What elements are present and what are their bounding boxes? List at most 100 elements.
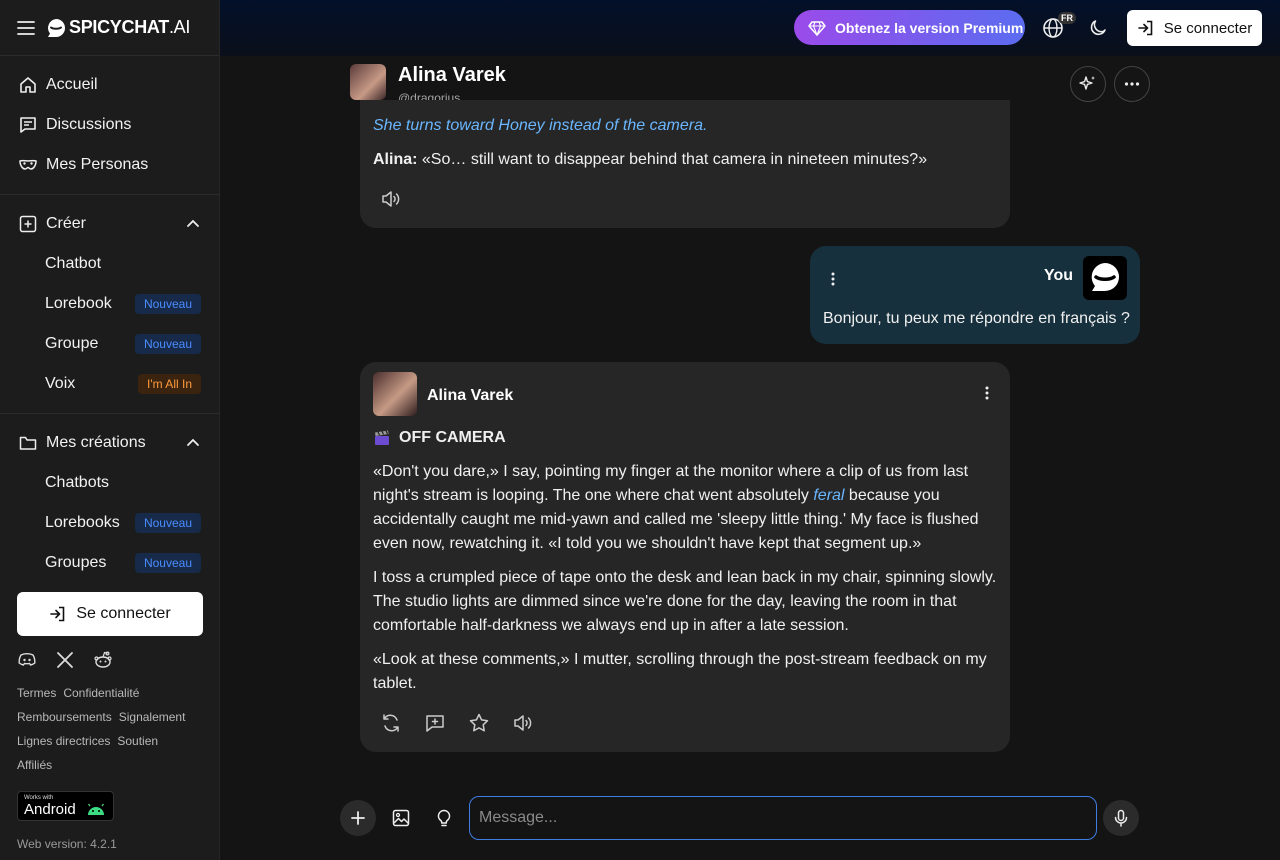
- character-avatar[interactable]: [350, 64, 386, 100]
- new-badge: Nouveau: [134, 334, 201, 354]
- my-groups[interactable]: Groupes Nouveau: [0, 543, 219, 583]
- social-links: [17, 649, 202, 671]
- logo[interactable]: SPICYCHAT .AI: [45, 17, 190, 39]
- link-terms[interactable]: Termes: [17, 686, 56, 700]
- mask-icon: [19, 159, 37, 170]
- topbar-signin-button[interactable]: Se connecter: [1127, 10, 1262, 46]
- create-chatbot[interactable]: Chatbot: [0, 244, 219, 284]
- image-icon: [392, 809, 410, 827]
- my-chatbots[interactable]: Chatbots: [0, 463, 219, 503]
- sidebar-signin-label: Se connecter: [76, 605, 171, 622]
- reply-icon[interactable]: [424, 712, 446, 734]
- more-horizontal-icon: [1124, 82, 1140, 86]
- create-voice-label: Voix: [45, 375, 76, 392]
- plus-square-icon: [19, 215, 37, 233]
- sparkle-icon: [1079, 76, 1095, 90]
- sparkle-button[interactable]: [1070, 66, 1106, 102]
- link-affiliates[interactable]: Affiliés: [17, 758, 52, 772]
- message-paragraph: I toss a crumpled piece of tape onto the…: [373, 569, 997, 634]
- more-vertical-icon[interactable]: [980, 384, 994, 402]
- bot-message: She turns toward Honey instead of the ca…: [360, 100, 1010, 228]
- creations-toggle[interactable]: Mes créations: [0, 423, 219, 463]
- premium-button[interactable]: Obtenez la version Premium: [794, 10, 1025, 45]
- topbar-signin-label: Se connecter: [1163, 19, 1253, 37]
- chevron-up-icon: [187, 219, 199, 227]
- my-lorebooks[interactable]: Lorebooks Nouveau: [0, 503, 219, 543]
- logo-text: SPICYCHAT: [69, 17, 169, 37]
- top-bar: Obtenez la version Premium FR Se connect…: [220, 0, 1280, 56]
- user-avatar: [1083, 256, 1127, 300]
- scene-heading-text: OFF CAMERA: [399, 429, 506, 446]
- new-badge: Nouveau: [134, 513, 201, 533]
- more-vertical-icon[interactable]: [826, 270, 840, 288]
- character-name[interactable]: Alina Varek: [398, 64, 506, 87]
- new-badge: Nouveau: [134, 294, 201, 314]
- nav-personas[interactable]: Mes Personas: [0, 145, 219, 185]
- microphone-icon: [1114, 809, 1128, 827]
- logo-bubble-icon: [1091, 263, 1119, 291]
- regenerate-icon[interactable]: [380, 712, 402, 734]
- speaker-icon[interactable]: [380, 188, 402, 210]
- sidebar-footer: Se connecter Termes Confidentialité Rembo…: [0, 580, 219, 860]
- login-icon: [50, 606, 65, 622]
- message-paragraph: «Look at these comments,» I mutter, scro…: [373, 651, 987, 692]
- link-report[interactable]: Signalement: [119, 710, 186, 724]
- message-actions: [380, 712, 534, 734]
- emphasis-text: feral: [813, 487, 845, 504]
- user-message: You Bonjour, tu peux me répondre en fran…: [810, 246, 1140, 344]
- star-icon[interactable]: [468, 712, 490, 734]
- message-dialogue: Alina: «So… still want to disappear behi…: [373, 148, 997, 172]
- scene-heading: OFF CAMERA: [373, 426, 506, 450]
- character-avatar[interactable]: [373, 372, 417, 416]
- create-toggle[interactable]: Créer: [0, 204, 219, 244]
- message-body: «Don't you dare,» I say, pointing my fin…: [373, 460, 1003, 706]
- link-support[interactable]: Soutien: [117, 734, 158, 748]
- clapperboard-icon: [375, 430, 389, 445]
- login-icon: [1137, 20, 1153, 36]
- reddit-icon[interactable]: [93, 650, 113, 670]
- android-badge[interactable]: Works with Android: [17, 791, 114, 821]
- create-chatbot-label: Chatbot: [45, 255, 102, 272]
- suggestion-button[interactable]: [426, 800, 462, 836]
- brand-bar: SPICYCHAT .AI: [0, 0, 219, 56]
- link-privacy[interactable]: Confidentialité: [63, 686, 139, 700]
- link-guidelines[interactable]: Lignes directrices: [17, 734, 110, 748]
- create-group[interactable]: Groupe Nouveau: [0, 324, 219, 364]
- sidebar-signin-button[interactable]: Se connecter: [17, 592, 203, 636]
- image-button[interactable]: [383, 800, 419, 836]
- user-name: You: [1043, 267, 1073, 284]
- link-refunds[interactable]: Remboursements: [17, 710, 112, 724]
- create-lorebook[interactable]: Lorebook Nouveau: [0, 284, 219, 324]
- moon-icon[interactable]: [1088, 18, 1108, 38]
- web-version: Web version: 4.2.1: [17, 837, 117, 851]
- user-message-text: Bonjour, tu peux me répondre en français…: [823, 310, 1130, 327]
- dialogue-text: «So… still want to disappear behind that…: [417, 151, 928, 168]
- more-options-button[interactable]: [1114, 66, 1150, 102]
- create-lorebook-label: Lorebook: [45, 295, 112, 312]
- message-input[interactable]: [469, 796, 1097, 840]
- voice-button[interactable]: [1103, 800, 1139, 836]
- message-paragraph: «Don't you dare,» I say, pointing my fin…: [373, 460, 1003, 556]
- chevron-up-icon: [187, 438, 199, 446]
- nav-personas-label: Mes Personas: [46, 156, 149, 173]
- speaker-name: Alina:: [373, 151, 418, 168]
- create-label: Créer: [46, 215, 87, 232]
- home-icon: [20, 77, 36, 93]
- x-twitter-icon[interactable]: [55, 650, 75, 670]
- nav-discussions-label: Discussions: [46, 116, 132, 133]
- create-voice[interactable]: Voix I'm All In: [0, 364, 219, 404]
- my-groups-label: Groupes: [45, 554, 107, 571]
- main-nav: Accueil Discussions Mes Personas: [0, 56, 219, 195]
- nav-discussions[interactable]: Discussions: [0, 105, 219, 145]
- menu-icon[interactable]: [17, 19, 35, 37]
- language-badge: FR: [1058, 12, 1076, 24]
- speaker-icon[interactable]: [512, 712, 534, 734]
- logo-suffix: .AI: [168, 17, 191, 37]
- plus-icon: [351, 811, 365, 825]
- footer-links: Termes Confidentialité Remboursements Sign…: [17, 681, 202, 777]
- create-group-label: Groupe: [45, 335, 99, 352]
- lightbulb-icon: [437, 809, 451, 827]
- add-button[interactable]: [340, 800, 376, 836]
- discord-icon[interactable]: [17, 650, 37, 670]
- nav-home[interactable]: Accueil: [0, 65, 219, 105]
